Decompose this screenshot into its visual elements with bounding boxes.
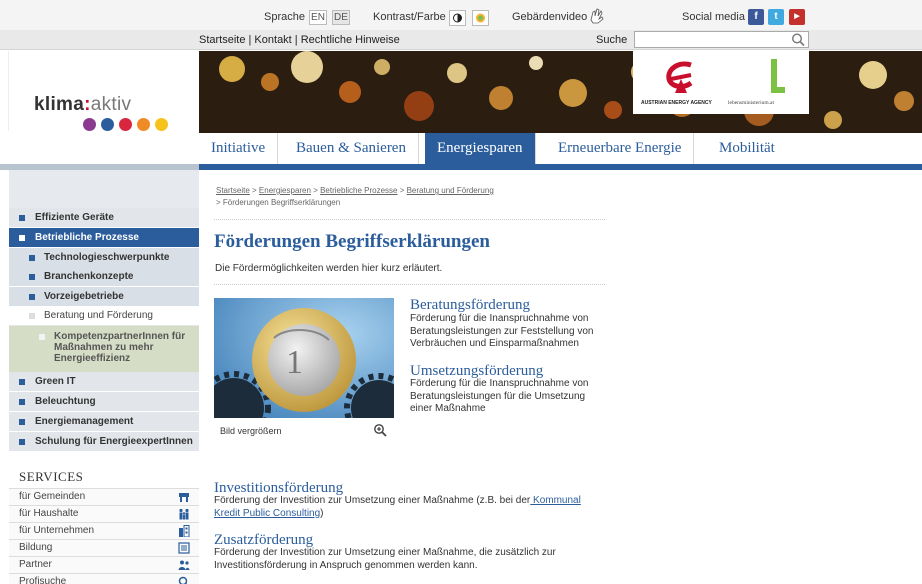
main-nav: Initiative Bauen & Sanieren Energiespare… bbox=[199, 133, 922, 164]
nav-energiesparen[interactable]: Energiesparen bbox=[425, 133, 536, 164]
bullet-icon bbox=[39, 334, 45, 340]
logo-dot-blue bbox=[101, 118, 114, 131]
intro-text: Die Fördermöglichkeiten werden hier kurz… bbox=[215, 263, 443, 274]
contrast-icon[interactable] bbox=[449, 10, 466, 26]
nav-erneuerbare-energie[interactable]: Erneuerbare Energie bbox=[546, 133, 695, 164]
color-icon[interactable] bbox=[472, 10, 489, 26]
section-text-beratungsfoerderung: Förderung für die Inanspruchnahme von Be… bbox=[410, 313, 594, 349]
bullet-icon bbox=[19, 215, 25, 221]
services-heading: SERVICES bbox=[19, 469, 84, 484]
facebook-icon[interactable]: f bbox=[748, 9, 764, 25]
bullet-icon bbox=[19, 399, 25, 405]
breadcrumb-beratung[interactable]: Beratung und Förderung bbox=[407, 186, 494, 195]
nav-bauen-sanieren[interactable]: Bauen & Sanieren bbox=[284, 133, 419, 164]
breadcrumb-energiesparen[interactable]: Energiesparen bbox=[259, 186, 311, 195]
sign-language-hand-icon[interactable] bbox=[587, 6, 607, 26]
bullet-icon bbox=[29, 294, 35, 300]
page-title: Förderungen Begriffserklärungen bbox=[214, 231, 491, 252]
bullet-icon bbox=[19, 439, 25, 445]
breadcrumb-current: Förderungen Begriffserklärungen bbox=[222, 198, 341, 207]
sidebar-item-technologieschwerpunkte[interactable]: Technologieschwerpunkte bbox=[9, 248, 199, 268]
service-unternehmen[interactable]: für Unternehmen bbox=[9, 522, 199, 539]
svg-text:1: 1 bbox=[286, 344, 303, 381]
logo-dot-purple bbox=[83, 118, 96, 131]
sidebar-item-beleuchtung[interactable]: Beleuchtung bbox=[9, 392, 199, 412]
bench-icon bbox=[178, 491, 190, 503]
sidebar-item-kompetenzpartner[interactable]: KompetenzpartnerInnen für Maßnahmen zu m… bbox=[9, 326, 199, 372]
sidebar-header-space bbox=[9, 170, 199, 208]
divider bbox=[214, 219, 605, 220]
language-de-button[interactable]: DE bbox=[332, 10, 350, 25]
divider bbox=[214, 284, 605, 285]
sidebar-item-schulung[interactable]: Schulung für EnergieexpertInnen bbox=[9, 432, 199, 452]
building-icon bbox=[178, 525, 190, 538]
search-icon[interactable] bbox=[790, 32, 806, 47]
sidebar-item-effiziente-geraete[interactable]: Effiziente Geräte bbox=[9, 208, 199, 228]
logo[interactable]: klima:aktiv bbox=[8, 51, 199, 131]
logo-dot-red bbox=[119, 118, 132, 131]
sidebar-item-beratung-foerderung[interactable]: Beratung und Förderung bbox=[9, 306, 199, 326]
section-title-investitionsfoerderung: Investitionsförderung bbox=[214, 480, 344, 496]
sidebar-item-energiemanagement[interactable]: Energiemanagement bbox=[9, 412, 199, 432]
bullet-icon bbox=[29, 313, 35, 319]
utility-bar: Sprache EN DE Kontrast/Farbe Gebärdenvid… bbox=[0, 0, 922, 30]
lebensministerium-logo[interactable] bbox=[769, 57, 787, 95]
youtube-icon[interactable]: ▶ bbox=[789, 9, 805, 25]
language-label: Sprache bbox=[264, 11, 305, 23]
section-title-zusatzfoerderung: Zusatzförderung bbox=[214, 532, 314, 548]
section-text-umsetzungsfoerderung: Förderung für die Inanspruchnahme von Be… bbox=[410, 378, 589, 414]
language-en-button[interactable]: EN bbox=[309, 10, 327, 25]
sign-language-label: Gebärdenvideo bbox=[512, 11, 588, 23]
service-bildung[interactable]: Bildung bbox=[9, 539, 199, 556]
lebensministerium-caption: lebensministerium.at bbox=[728, 100, 774, 106]
service-profisuche[interactable]: Profisuche bbox=[9, 573, 199, 584]
twitter-icon[interactable]: t bbox=[768, 9, 784, 25]
euro-coin-image[interactable]: 1 bbox=[214, 298, 394, 418]
logo-dot-yellow bbox=[155, 118, 168, 131]
service-haushalte[interactable]: für Haushalte bbox=[9, 505, 199, 522]
logo-text: klima:aktiv bbox=[34, 94, 132, 115]
section-title-umsetzungsfoerderung: Umsetzungsförderung bbox=[410, 363, 544, 379]
breadcrumb-betriebliche-prozesse[interactable]: Betriebliche Prozesse bbox=[320, 186, 397, 195]
bullet-icon bbox=[29, 274, 35, 280]
bullet-icon bbox=[29, 255, 35, 261]
partner-logos: AUSTRIAN ENERGY AGENCY lebensministerium… bbox=[633, 51, 809, 114]
sidebar-item-branchenkonzepte[interactable]: Branchenkonzepte bbox=[9, 267, 199, 287]
section-title-beratungsfoerderung: Beratungsförderung bbox=[410, 297, 530, 313]
breadcrumb: Startseite > Energiesparen > Betrieblich… bbox=[216, 186, 494, 207]
social-media-label: Social media bbox=[682, 11, 745, 23]
bullet-icon bbox=[19, 235, 25, 241]
meta-links[interactable]: Startseite | Kontakt | Rechtliche Hinwei… bbox=[199, 34, 400, 46]
energy-agency-logo[interactable] bbox=[661, 59, 701, 97]
magnifier-icon bbox=[178, 576, 190, 584]
section-text-investitionsfoerderung: Förderung der Investition zur Umsetzung … bbox=[214, 495, 581, 519]
header-banner bbox=[199, 51, 922, 133]
sidebar-item-betriebliche-prozesse[interactable]: Betriebliche Prozesse bbox=[9, 228, 199, 248]
energy-agency-caption: AUSTRIAN ENERGY AGENCY bbox=[641, 100, 712, 106]
nav-mobilitaet[interactable]: Mobilität bbox=[707, 133, 787, 164]
service-partner[interactable]: Partner bbox=[9, 556, 199, 573]
logo-dot-orange bbox=[137, 118, 150, 131]
book-icon bbox=[178, 542, 190, 554]
nav-initiative[interactable]: Initiative bbox=[199, 133, 279, 164]
service-gemeinden[interactable]: für Gemeinden bbox=[9, 488, 199, 505]
search-input[interactable] bbox=[634, 31, 809, 48]
search-label: Suche bbox=[596, 34, 628, 46]
sidebar-item-vorzeigebetriebe[interactable]: Vorzeigebetriebe bbox=[9, 287, 199, 307]
family-icon bbox=[178, 508, 190, 520]
bullet-icon bbox=[19, 379, 25, 385]
bullet-icon bbox=[19, 419, 25, 425]
section-text-zusatzfoerderung: Förderung der Investition zur Umsetzung … bbox=[214, 547, 556, 571]
breadcrumb-startseite[interactable]: Startseite bbox=[216, 186, 250, 195]
enlarge-image-link[interactable]: Bild vergrößern bbox=[220, 426, 282, 436]
sidebar-item-green-it[interactable]: Green IT bbox=[9, 372, 199, 392]
contrast-label: Kontrast/Farbe bbox=[373, 11, 446, 23]
people-icon bbox=[178, 559, 190, 571]
zoom-in-icon[interactable] bbox=[373, 423, 387, 437]
